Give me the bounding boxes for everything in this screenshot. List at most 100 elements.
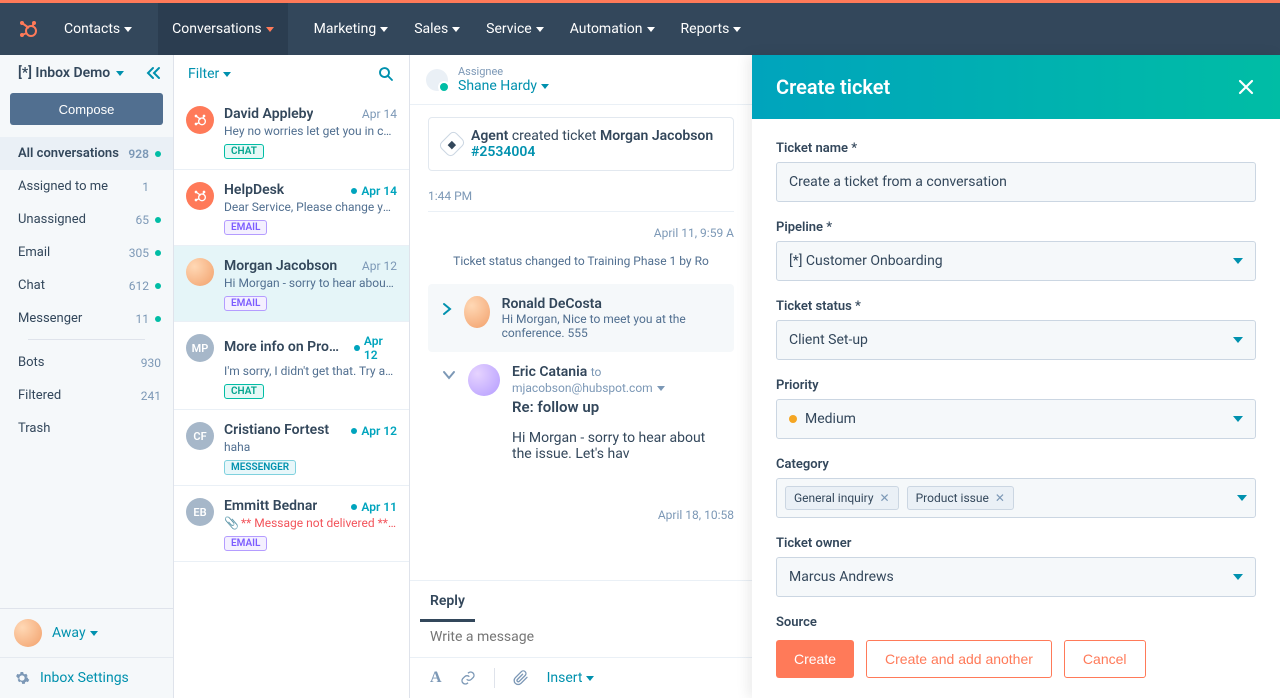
sidebar: [*] Inbox Demo Compose All conversations… [0, 55, 174, 698]
sidebar-item[interactable]: Trash [0, 412, 173, 445]
sidebar-item[interactable]: Email 305 [0, 236, 173, 269]
chevron-down-icon [223, 72, 231, 77]
cancel-button[interactable]: Cancel [1064, 640, 1146, 678]
timestamp: April 18, 10:58 [428, 508, 734, 522]
ticket-link[interactable]: #2534004 [471, 144, 535, 160]
pipeline-label: Pipeline * [776, 220, 1256, 235]
chevron-down-icon [116, 71, 124, 76]
ticket-name-input[interactable] [776, 162, 1256, 202]
message-collapsed[interactable]: Ronald DeCosta Hi Morgan, Nice to meet y… [428, 284, 734, 352]
avatar [468, 364, 500, 396]
nav-service[interactable]: Service [486, 21, 544, 37]
filter-button[interactable]: Filter [188, 66, 231, 82]
sidebar-item[interactable]: Chat612 [0, 269, 173, 302]
thread-item[interactable]: David ApplebyApr 14Hey no worries let ge… [174, 94, 409, 170]
thread-date: Apr 14 [362, 107, 397, 121]
sidebar-item-label: Unassigned [18, 212, 86, 227]
priority-select[interactable]: Medium [776, 399, 1256, 439]
thread-name: HelpDesk [224, 182, 284, 198]
channel-badge: CHAT [224, 144, 264, 159]
presence-status[interactable]: Away [52, 625, 98, 641]
chevron-down-icon [124, 27, 132, 32]
panel-title: Create ticket [776, 75, 890, 99]
chevron-down-icon [380, 27, 388, 32]
remove-tag-icon[interactable]: ✕ [880, 491, 890, 505]
pipeline-select[interactable]: [*] Customer Onboarding [776, 241, 1256, 281]
sidebar-item[interactable]: Bots930 [0, 346, 173, 379]
sidebar-item[interactable]: Filtered241 [0, 379, 173, 412]
nav-marketing[interactable]: Marketing [314, 21, 389, 37]
nav-conversations[interactable]: Conversations [172, 21, 273, 37]
sidebar-item-label: Filtered [18, 388, 61, 403]
timestamp: April 11, 9:59 A [428, 226, 734, 240]
sidebar-item-label: Email [18, 245, 50, 260]
category-select[interactable]: General inquiry✕Product issue✕ [776, 478, 1256, 518]
priority-label: Priority [776, 378, 1256, 393]
thread-name: More info on Produ… [224, 339, 346, 355]
owner-select[interactable]: Marcus Andrews [776, 557, 1256, 597]
nav-reports[interactable]: Reports [681, 21, 742, 37]
gear-icon [14, 670, 30, 686]
thread-date: Apr 12 [354, 334, 397, 362]
chevron-down-icon [1233, 574, 1243, 580]
attachment-icon[interactable] [513, 669, 529, 687]
format-text-icon[interactable]: A [430, 669, 442, 687]
sidebar-item-count: 305 [129, 246, 149, 260]
inbox-settings-link[interactable]: Inbox Settings [0, 657, 173, 698]
thread-item[interactable]: HelpDeskApr 14Dear Service, Please chang… [174, 170, 409, 246]
thread-item[interactable]: EBEmmitt BednarApr 11📎** Message not del… [174, 486, 409, 562]
channel-badge: EMAIL [224, 220, 267, 235]
chevron-down-icon [452, 27, 460, 32]
avatar [186, 182, 214, 210]
thread-item[interactable]: Morgan JacobsonApr 12Hi Morgan - sorry t… [174, 246, 409, 322]
sidebar-item-count: 930 [141, 356, 161, 370]
chevron-down-icon[interactable] [442, 370, 456, 380]
avatar: CF [186, 422, 214, 450]
reply-tab[interactable]: Reply [410, 581, 485, 621]
user-status-row[interactable]: Away [0, 609, 173, 657]
sidebar-item-label: Chat [18, 278, 45, 293]
thread-item[interactable]: CFCristiano FortestApr 12hahaMESSENGER [174, 410, 409, 486]
chevron-down-icon [657, 386, 665, 391]
sidebar-item[interactable]: Assigned to me1 [0, 170, 173, 203]
sidebar-item[interactable]: All conversations928 [0, 137, 173, 170]
category-label: Category [776, 457, 1256, 472]
sidebar-item[interactable]: Unassigned65 [0, 203, 173, 236]
attachment-icon: 📎 [224, 516, 239, 530]
nav-sales[interactable]: Sales [414, 21, 460, 37]
nav-contacts[interactable]: Contacts [64, 21, 132, 37]
thread-preview: Dear Service, Please change your… [224, 200, 397, 214]
diamond-icon: ◆ [438, 130, 466, 158]
unread-dot-icon [155, 151, 161, 157]
thread-date: Apr 12 [351, 424, 397, 438]
chevron-right-icon[interactable] [442, 302, 452, 316]
create-button[interactable]: Create [776, 640, 854, 678]
assignee-picker[interactable]: Shane Hardy [458, 78, 549, 94]
remove-tag-icon[interactable]: ✕ [995, 491, 1005, 505]
sidebar-item[interactable]: Messenger 11 [0, 302, 173, 335]
message-preview: Hi Morgan, Nice to meet you at the confe… [502, 312, 720, 340]
chevron-down-icon [647, 27, 655, 32]
thread-item[interactable]: MPMore info on Produ…Apr 12I'm sorry, I … [174, 322, 409, 410]
insert-menu[interactable]: Insert [547, 670, 595, 686]
link-icon[interactable] [460, 670, 476, 686]
category-tag: Product issue✕ [907, 486, 1014, 510]
avatar [186, 258, 214, 286]
reply-input[interactable] [430, 629, 732, 645]
search-button[interactable] [377, 65, 395, 83]
tag-label: General inquiry [794, 491, 874, 505]
inbox-picker[interactable]: [*] Inbox Demo [18, 65, 124, 81]
owner-label: Ticket owner [776, 536, 1256, 551]
create-add-another-button[interactable]: Create and add another [866, 640, 1052, 678]
close-icon[interactable] [1236, 77, 1256, 97]
sidebar-item-count: 11 [136, 312, 150, 326]
nav-automation[interactable]: Automation [570, 21, 655, 37]
chevron-down-icon [90, 631, 98, 636]
sidebar-item-label: Messenger [18, 311, 82, 326]
thread-list: Filter David ApplebyApr 14Hey no worries… [174, 55, 410, 698]
status-change: Ticket status changed to Training Phase … [428, 250, 734, 278]
compose-button[interactable]: Compose [10, 93, 163, 125]
message-expanded: Eric Catania to mjacobson@hubspot.com Re… [428, 358, 734, 468]
status-select[interactable]: Client Set-up [776, 320, 1256, 360]
collapse-sidebar-button[interactable] [145, 66, 163, 80]
